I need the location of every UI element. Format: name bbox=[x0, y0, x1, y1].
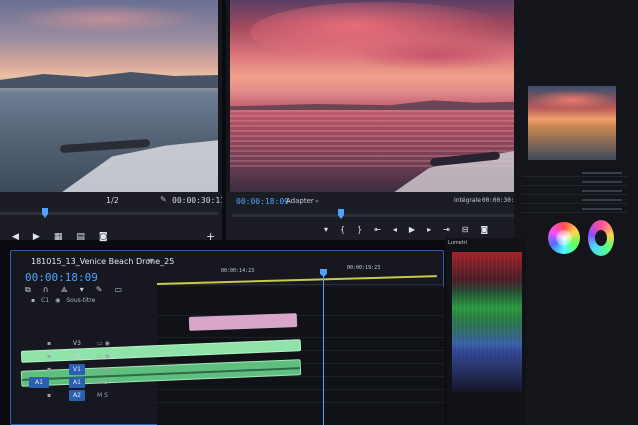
wrench-icon[interactable]: ✎ bbox=[96, 285, 103, 295]
eye-icon[interactable]: ◉ bbox=[55, 297, 60, 304]
lift-icon[interactable]: ⊟ bbox=[462, 225, 469, 234]
track-area[interactable] bbox=[157, 287, 445, 425]
source-fraction-label[interactable]: 1/2 bbox=[106, 196, 119, 205]
track-name: V3 bbox=[73, 340, 81, 347]
source-monitor-panel: 1/2 ✎ 00:00:30:11 ◀ ▶ ▦ ▤ ◙ + bbox=[0, 0, 225, 243]
mark-in-icon[interactable]: ◀ bbox=[12, 232, 19, 242]
mute-icon[interactable]: M S bbox=[97, 379, 108, 386]
scopes-tab[interactable]: Lumetri bbox=[448, 240, 467, 246]
eye-icon[interactable]: ▭ ◉ bbox=[97, 340, 110, 347]
effect-parameter-row[interactable] bbox=[522, 204, 628, 213]
camera-icon[interactable]: ◙ bbox=[481, 225, 489, 234]
effect-parameter-row[interactable] bbox=[522, 177, 628, 186]
timeline-playhead-line[interactable] bbox=[323, 271, 324, 425]
plus-icon[interactable]: + bbox=[206, 230, 215, 243]
source-timecode: 00:00:30:11 bbox=[172, 196, 225, 205]
program-video-frame bbox=[230, 0, 520, 192]
track-source-a1[interactable]: A1 bbox=[29, 377, 49, 388]
overwrite-icon[interactable]: ▦ bbox=[54, 232, 63, 242]
wrench-icon[interactable]: ✎ bbox=[160, 195, 167, 204]
marker-icon[interactable]: ▾ bbox=[324, 225, 328, 234]
source-button-row: ◀ ▶ ▦ ▤ ◙ bbox=[12, 232, 108, 242]
ruler-tick-label: 00:00:19:23 bbox=[347, 265, 381, 271]
color-wheel-shadows[interactable] bbox=[548, 222, 580, 254]
track-header-v3: ▪ V3 ▭ ◉ bbox=[25, 337, 155, 350]
track-target-v1[interactable]: V1 bbox=[69, 364, 85, 375]
effect-parameter-list bbox=[522, 168, 628, 213]
play-icon[interactable]: ▶ bbox=[409, 225, 415, 234]
go-to-out-icon[interactable]: ⇥ bbox=[443, 225, 450, 234]
lock-icon[interactable]: ▪ bbox=[47, 392, 51, 399]
nest-icon[interactable]: ⧉ bbox=[25, 285, 31, 295]
track-header-v2: ▪ V2 ▭ ◉ bbox=[25, 350, 155, 363]
track-header-v1: ▪ V1 ▭ ◉ bbox=[25, 363, 155, 376]
timeline-timecode[interactable]: 00:00:18:09 bbox=[25, 271, 98, 284]
timeline-tool-row: ⧉ ∩ ⟁ ▾ ✎ ▭ bbox=[25, 285, 122, 295]
program-monitor-panel: 00:00:18:09 Adapter ⌄ Intégrale 00:00:30… bbox=[226, 0, 522, 240]
step-back-icon[interactable]: ◂ bbox=[393, 225, 397, 234]
lock-icon[interactable]: ▪ bbox=[47, 340, 51, 347]
mark-out-icon[interactable]: } bbox=[357, 225, 362, 234]
source-scrubber[interactable] bbox=[0, 212, 218, 215]
program-playhead[interactable] bbox=[338, 209, 344, 219]
eye-icon[interactable]: ▭ ◉ bbox=[97, 366, 110, 373]
color-wheel-highlights[interactable] bbox=[588, 220, 614, 256]
mark-in-icon[interactable]: { bbox=[340, 225, 345, 234]
snap-icon[interactable]: ∩ bbox=[43, 285, 49, 295]
chevron-down-icon[interactable]: ⌄ bbox=[314, 196, 320, 204]
marker-icon[interactable]: ▾ bbox=[80, 285, 84, 295]
effect-preview-thumbnail bbox=[528, 86, 616, 160]
eye-icon[interactable]: ▭ ◉ bbox=[97, 353, 110, 360]
menu-icon[interactable]: ≡ bbox=[147, 256, 154, 265]
effect-parameter-row[interactable] bbox=[522, 168, 628, 177]
premiere-workspace: 1/2 ✎ 00:00:30:11 ◀ ▶ ▦ ▤ ◙ + 00:00:18:0… bbox=[0, 0, 638, 425]
program-scrubber[interactable] bbox=[232, 214, 518, 217]
mute-icon[interactable]: M S bbox=[97, 392, 108, 399]
program-button-row: ▾ { } ⇤ ◂ ▶ ▸ ⇥ ⊟ ◙ bbox=[324, 225, 488, 234]
ruler-tick-label: 00:00:14:23 bbox=[221, 268, 255, 274]
subtitle-track-label: Sous-titre bbox=[66, 297, 96, 304]
track-target-a2[interactable]: A2 bbox=[69, 390, 85, 401]
effect-parameter-row[interactable] bbox=[522, 186, 628, 195]
program-fit-select[interactable]: Adapter bbox=[286, 197, 314, 205]
lock-icon[interactable]: ▪ bbox=[47, 366, 51, 373]
source-playhead[interactable] bbox=[42, 208, 48, 218]
step-forward-icon[interactable]: ▸ bbox=[427, 225, 431, 234]
track-header-a1: A1 A1 M S bbox=[25, 376, 155, 389]
linked-selection-icon[interactable]: ⟁ bbox=[61, 285, 68, 295]
track-target-a1[interactable]: A1 bbox=[69, 377, 85, 388]
waveform-scope bbox=[452, 252, 522, 392]
program-timecode[interactable]: 00:00:18:09 bbox=[236, 197, 289, 206]
source-transport-bar: 1/2 ✎ 00:00:30:11 ◀ ▶ ▦ ▤ ◙ + bbox=[0, 192, 225, 243]
track-headers: ▪ V3 ▭ ◉ ▪ V2 ▭ ◉ ▪ V1 ▭ ◉ A1 A1 M S ▪ A bbox=[25, 337, 155, 402]
lock-icon[interactable]: ▪ bbox=[47, 353, 51, 360]
program-transport-bar: 00:00:18:09 Adapter ⌄ Intégrale 00:00:30… bbox=[226, 192, 522, 240]
captions-icon[interactable]: C1 bbox=[41, 297, 49, 304]
subtitle-track-row: ▪ C1 ◉ Sous-titre bbox=[31, 297, 95, 304]
timeline-panel: 181015_13_Venice Beach Drone_25 ≡ 00:00:… bbox=[10, 250, 451, 425]
insert-icon[interactable]: ▶ bbox=[33, 232, 40, 242]
effect-parameter-row[interactable] bbox=[522, 195, 628, 204]
program-quality-select[interactable]: Intégrale bbox=[454, 197, 481, 204]
track-name: V2 bbox=[73, 353, 81, 360]
camera-icon[interactable]: ◙ bbox=[99, 232, 108, 242]
lift-icon[interactable]: ▤ bbox=[76, 232, 85, 242]
go-to-in-icon[interactable]: ⇤ bbox=[374, 225, 381, 234]
lock-icon[interactable]: ▪ bbox=[31, 297, 35, 304]
source-video-frame bbox=[0, 0, 218, 192]
lumetri-scopes-panel: Lumetri bbox=[446, 238, 526, 425]
effect-controls-panel bbox=[514, 0, 638, 425]
captions-icon[interactable]: ▭ bbox=[114, 285, 122, 295]
track-header-a2: ▪ A2 M S bbox=[25, 389, 155, 402]
